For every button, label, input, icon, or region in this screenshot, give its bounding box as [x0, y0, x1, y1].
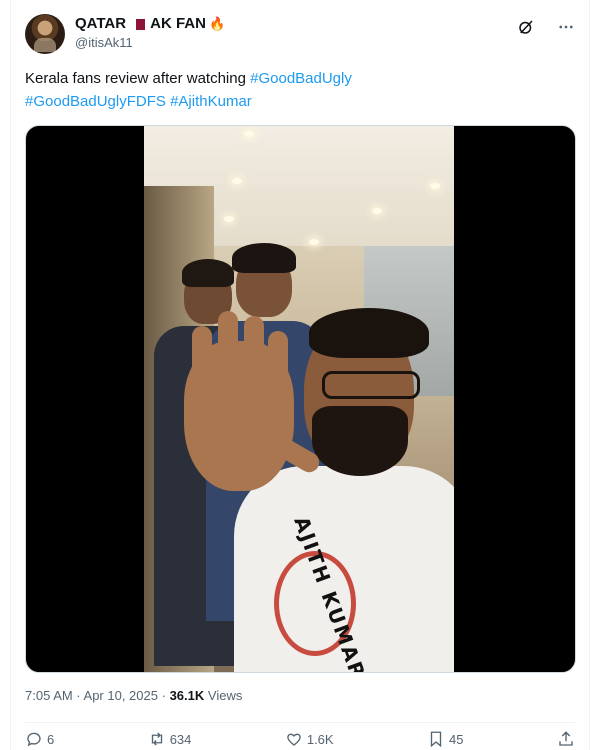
hashtag-link[interactable]: #AjithKumar: [170, 93, 252, 110]
hashtag-link[interactable]: #GoodBadUgly: [250, 70, 352, 87]
share-button[interactable]: [557, 730, 575, 748]
author-name-suffix: AK FAN: [150, 15, 206, 32]
like-icon: [285, 730, 303, 748]
author-name-text: QATAR: [75, 15, 127, 32]
fire-emoji-icon: 🔥: [208, 16, 226, 31]
reply-count: 6: [47, 731, 55, 747]
divider: [25, 722, 575, 723]
author-info: QATAR AK FAN 🔥 @itisAk11: [75, 14, 225, 52]
hashtag-link[interactable]: #GoodBadUglyFDFS: [25, 93, 166, 110]
bookmark-button[interactable]: 45: [427, 730, 464, 748]
bookmark-count: 45: [449, 731, 464, 747]
views-count: 36.1K: [169, 688, 205, 703]
views-label: Views: [207, 688, 243, 703]
retweet-icon: [148, 730, 166, 748]
author-name[interactable]: QATAR AK FAN 🔥: [75, 14, 225, 34]
reply-button[interactable]: 6: [25, 730, 54, 748]
header-actions: [517, 18, 575, 36]
tweet-card: QATAR AK FAN 🔥 @itisAk11 Kerala fans rev…: [10, 0, 590, 750]
retweet-count: 634: [169, 731, 192, 747]
like-count: 1.6K: [306, 731, 334, 747]
tweet-text-body: Kerala fans review after watching: [25, 70, 251, 87]
reply-icon: [25, 730, 43, 748]
author-handle[interactable]: @itisAk11: [75, 34, 225, 52]
video-player[interactable]: AJITH KUMAR: [25, 125, 576, 673]
tweet-timestamp[interactable]: 7:05 AM · Apr 10, 2025: [25, 688, 158, 703]
retweet-button[interactable]: 634: [148, 730, 192, 748]
tweet-text: Kerala fans review after watching #GoodB…: [25, 67, 569, 113]
share-icon: [557, 730, 575, 748]
bookmark-icon: [427, 730, 445, 748]
qatar-flag-icon: [133, 18, 146, 30]
video-frame: AJITH KUMAR: [144, 126, 454, 672]
tweet-meta: 7:05 AM · Apr 10, 2025 · 36.1K Views: [25, 688, 243, 703]
like-button[interactable]: 1.6K: [285, 730, 334, 748]
avatar[interactable]: [25, 14, 65, 54]
more-icon[interactable]: [557, 18, 575, 36]
tweet-header: QATAR AK FAN 🔥 @itisAk11: [25, 12, 575, 58]
action-bar: 6 634 1.6K 45: [25, 730, 575, 748]
grok-icon[interactable]: [517, 18, 535, 36]
